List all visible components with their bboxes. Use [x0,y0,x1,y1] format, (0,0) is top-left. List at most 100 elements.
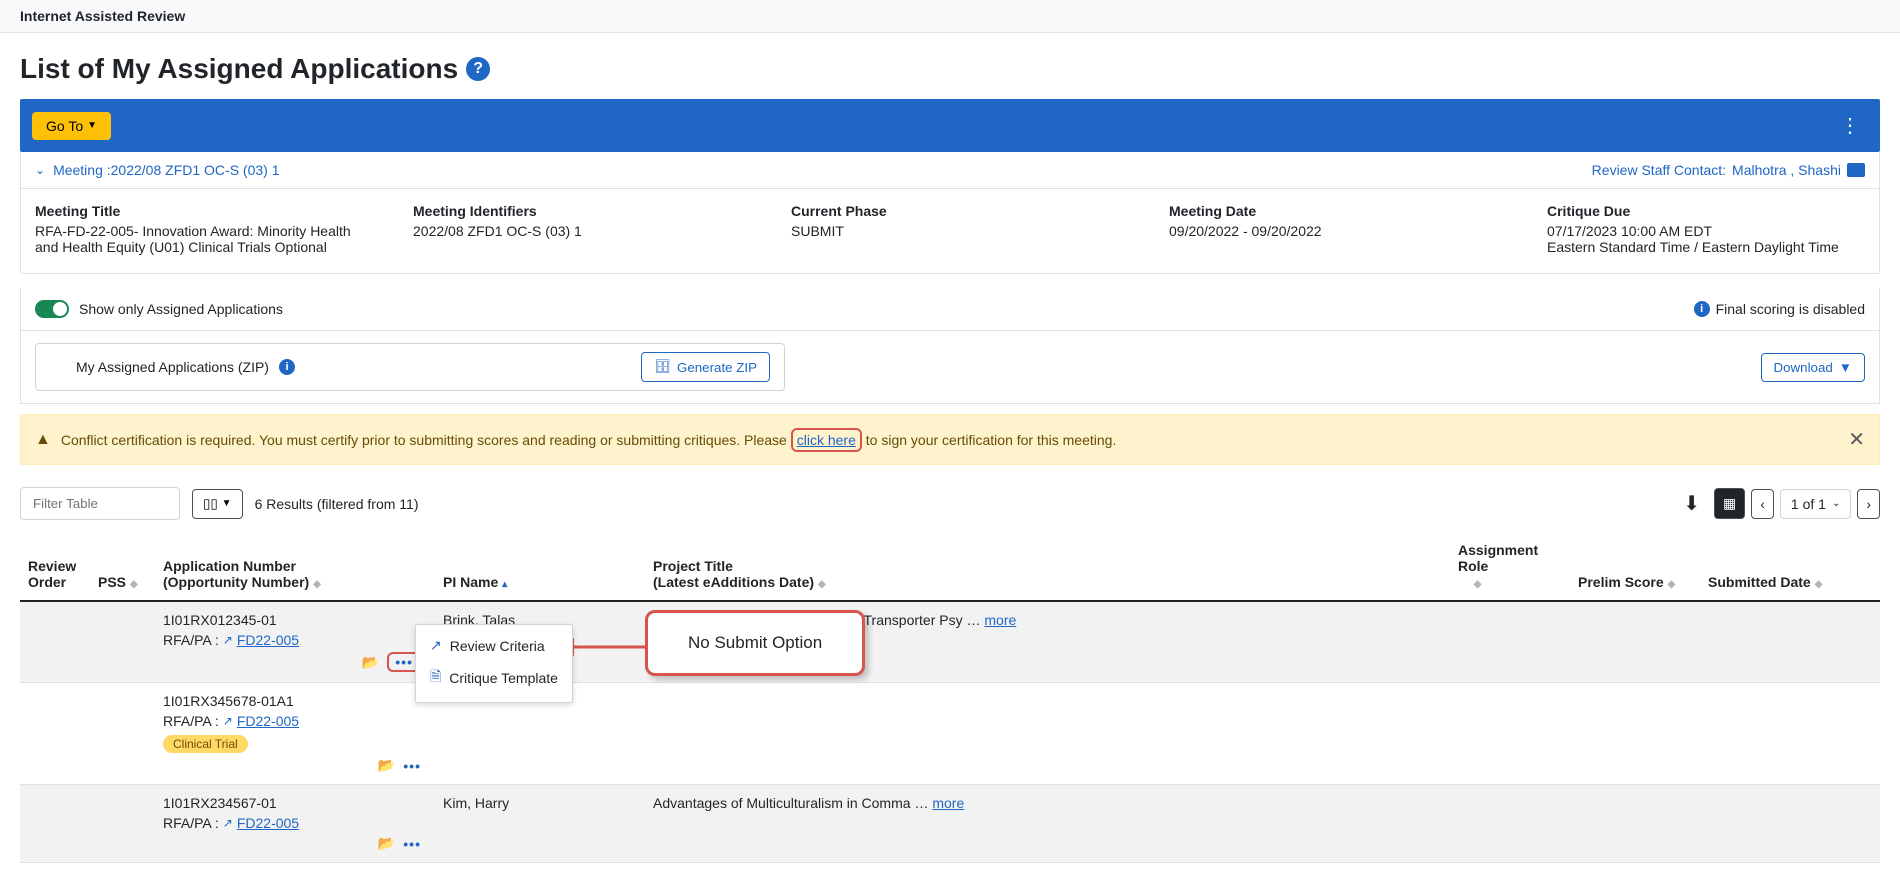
columns-icon: ▯▯ [203,496,218,512]
alert-pre: Conflict certification is required. You … [61,432,791,448]
clinical-trial-badge: Clinical Trial [163,735,248,753]
opportunity-link[interactable]: FD22-005 [237,713,299,729]
meeting-meta-col: Meeting Identifiers 2022/08 ZFD1 OC-S (0… [413,203,731,255]
download-table-icon[interactable]: ⬇ [1675,485,1708,522]
application-number: 1I01RX234567-01 [163,795,427,811]
folder-icon[interactable]: 📂 [362,654,379,671]
review-staff-contact[interactable]: Review Staff Contact: Malhotra , Shashi [1592,162,1865,178]
title-ellipsis: … [914,795,928,811]
zip-label-text: My Assigned Applications (ZIP) [76,359,269,375]
download-label: Download [1774,360,1833,375]
prev-page-button[interactable]: ‹ [1751,489,1774,519]
title-ellipsis: … [966,612,980,628]
external-link-icon: ↗ [223,714,233,728]
more-actions-icon[interactable]: ⋮ [1832,109,1868,142]
row-actions-icon[interactable]: ••• [403,836,421,852]
applications-table: Review Order PSS◆ Application Number (Op… [20,532,1880,863]
caret-down-icon: ▼ [222,498,232,509]
project-title-cell: Advantages of Multiculturalism in Comma … [645,785,1450,863]
more-link[interactable]: more [984,612,1016,628]
page-indicator[interactable]: 1 of 1 ⌄ [1780,489,1851,519]
meta-value: 2022/08 ZFD1 OC-S (03) 1 [413,223,731,239]
app-title: Internet Assisted Review [20,8,185,24]
assigned-only-toggle[interactable] [35,300,69,318]
review-criteria-label: Review Criteria [450,638,545,654]
review-criteria-item[interactable]: ↗ Review Criteria [416,631,572,660]
table-row: 1I01RX012345-01 RFA/PA : ↗ FD22-005 📂 ••… [20,601,1880,683]
meeting-collapse-toggle[interactable]: ⌄ Meeting :2022/08 ZFD1 OC-S (03) 1 [35,162,280,178]
col-prelim-score[interactable]: Prelim Score◆ [1570,532,1700,601]
rfa-label: RFA/PA : [163,713,219,729]
table-row: 1I01RX345678-01A1 RFA/PA : ↗ FD22-005 Cl… [20,683,1880,785]
meta-value: 09/20/2022 - 09/20/2022 [1169,223,1487,239]
rfa-label: RFA/PA : [163,632,219,648]
meeting-panel: ⌄ Meeting :2022/08 ZFD1 OC-S (03) 1 Revi… [20,152,1880,274]
download-button[interactable]: Download ▼ [1761,353,1865,382]
grid-view-icon[interactable]: ▦ [1714,488,1745,519]
external-link-icon: ↗ [223,816,233,830]
generate-zip-button[interactable]: 🗄 Generate ZIP [641,352,770,382]
close-icon[interactable]: ✕ [1848,427,1865,452]
meta-label: Critique Due [1547,203,1865,219]
meta-value-2: Eastern Standard Time / Eastern Daylight… [1547,239,1865,255]
meeting-header-text: Meeting :2022/08 ZFD1 OC-S (03) 1 [53,162,279,178]
chevron-down-icon: ⌄ [35,163,45,177]
caret-down-icon: ⌄ [1832,498,1840,509]
callout-text: No Submit Option [688,633,822,652]
folder-icon[interactable]: 📂 [378,835,395,852]
alert-post: to sign your certification for this meet… [862,432,1116,448]
opportunity-link[interactable]: FD22-005 [237,632,299,648]
meta-value: SUBMIT [791,223,1109,239]
external-link-icon: ↗ [430,637,442,654]
col-assignment-role[interactable]: Assignment Role ◆◆ [1450,532,1570,601]
help-icon[interactable]: ? [466,57,490,81]
scoring-status: Final scoring is disabled [1716,301,1865,317]
meta-label: Current Phase [791,203,1109,219]
page-text: 1 of 1 [1791,496,1826,512]
contact-label: Review Staff Contact: [1592,162,1726,178]
meta-label: Meeting Date [1169,203,1487,219]
alert-text: Conflict certification is required. You … [61,432,1117,448]
zip-info-icon[interactable]: i [279,359,295,375]
next-page-button[interactable]: › [1857,489,1880,519]
application-number: 1I01RX345678-01A1 [163,693,427,709]
application-number: 1I01RX012345-01 [163,612,427,628]
meta-value: RFA-FD-22-005- Innovation Award: Minorit… [35,223,353,255]
generate-zip-label: Generate ZIP [677,360,757,375]
filter-input[interactable] [20,487,180,520]
toggle-label: Show only Assigned Applications [79,301,283,317]
caret-down-icon: ▼ [1839,360,1852,375]
contact-name: Malhotra , Shashi [1732,162,1841,178]
external-link-icon: ↗ [223,633,233,647]
info-icon: i [1694,301,1710,317]
col-app-number[interactable]: Application Number (Opportunity Number)◆ [155,532,435,601]
col-project-title[interactable]: Project Title (Latest eAdditions Date)◆ [645,532,1450,601]
document-icon: 🗎 [430,666,441,690]
contact-card-icon [1847,163,1865,177]
meeting-meta-col: Meeting Title RFA-FD-22-005- Innovation … [35,203,353,255]
certify-link[interactable]: click here [791,428,862,452]
pi-name-cell: Kim, Harry [435,785,645,863]
meeting-meta-col: Current Phase SUBMIT [791,203,1109,255]
col-pi-name[interactable]: PI Name▴ [435,532,645,601]
row-actions-icon[interactable]: ••• [403,758,421,774]
folder-icon[interactable]: 📂 [378,757,395,774]
opportunity-link[interactable]: FD22-005 [237,815,299,831]
caret-down-icon: ▼ [87,120,97,131]
row-actions-popup: ↗ Review Criteria 🗎 Critique Template [415,624,573,703]
column-picker-button[interactable]: ▯▯ ▼ [192,489,243,519]
action-bar: Go To ▼ ⋮ [20,99,1880,152]
go-to-button[interactable]: Go To ▼ [32,112,111,140]
more-link[interactable]: more [932,795,964,811]
col-pss[interactable]: PSS◆ [90,532,155,601]
results-count: 6 Results (filtered from 11) [255,496,419,512]
page-title: List of My Assigned Applications [20,53,458,85]
meta-label: Meeting Identifiers [413,203,731,219]
no-submit-callout: No Submit Option [645,610,865,676]
col-submitted-date[interactable]: Submitted Date◆ [1700,532,1880,601]
annotation-arrow [560,637,650,657]
zip-panel: My Assigned Applications (ZIP) i 🗄 Gener… [35,343,785,391]
col-review-order[interactable]: Review Order [20,532,90,601]
meeting-meta-col: Meeting Date 09/20/2022 - 09/20/2022 [1169,203,1487,255]
critique-template-item[interactable]: 🗎 Critique Template [416,660,572,696]
